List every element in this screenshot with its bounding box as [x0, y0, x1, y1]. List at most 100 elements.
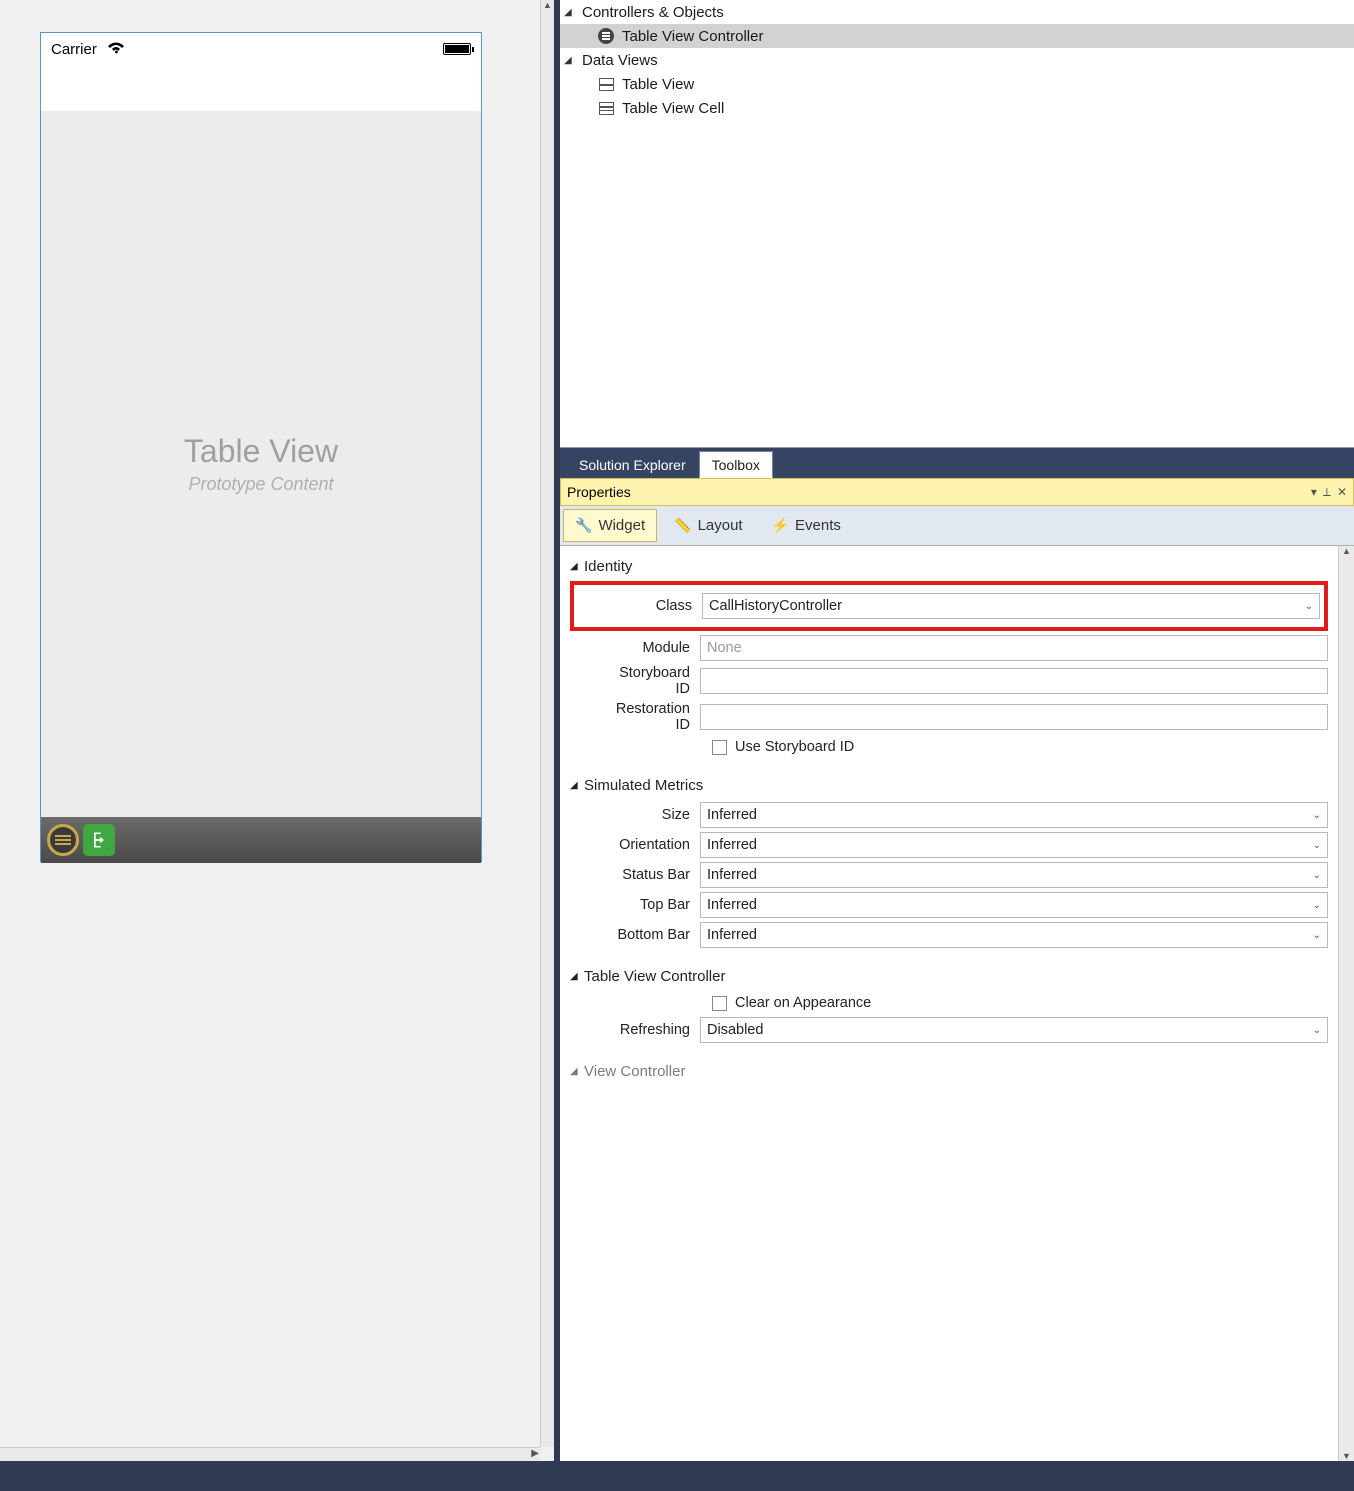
status-bar-combo[interactable]: Inferred⌄ [700, 862, 1328, 888]
chevron-down-icon: ⌄ [1313, 930, 1321, 941]
chevron-down-icon: ◢ [570, 1066, 584, 1077]
outline-label: Data Views [576, 52, 658, 69]
outline-label: Table View Cell [616, 100, 724, 117]
first-responder-icon[interactable] [83, 824, 115, 856]
combo-value: Inferred [707, 867, 757, 883]
chevron-down-icon: ⌄ [1313, 840, 1321, 851]
section-title: Table View Controller [584, 968, 725, 985]
outline-item-tablecell[interactable]: Table View Cell [560, 96, 1354, 120]
vertical-scrollbar[interactable] [540, 0, 554, 1447]
outline-group-data-views[interactable]: ◢ Data Views [560, 48, 1354, 72]
clear-on-appearance-label: Clear on Appearance [735, 995, 871, 1011]
properties-header: Properties ▾ ⟂ ✕ [560, 478, 1354, 506]
document-outline: ◢ Controllers & Objects Table View Contr… [560, 0, 1354, 448]
panel-tabs: Solution Explorer Toolbox [560, 448, 1354, 478]
pin-icon[interactable]: ⟂ [1323, 485, 1331, 500]
table-view-controller-icon [596, 27, 616, 45]
storyboard-id-input[interactable] [700, 668, 1328, 694]
right-pane: ◢ Controllers & Objects Table View Contr… [560, 0, 1354, 1461]
properties-scrollbar[interactable] [1338, 546, 1354, 1461]
designer-canvas-pane: Carrier Table View Prototype Content [0, 0, 554, 1461]
device-frame[interactable]: Carrier Table View Prototype Content [40, 32, 482, 862]
table-view-controller-icon[interactable] [47, 824, 79, 856]
section-simulated-metrics: ◢ Simulated Metrics Size Inferred⌄ Orien… [560, 765, 1338, 956]
chevron-down-icon: ◢ [570, 971, 584, 982]
wrench-icon: 🔧 [575, 517, 592, 534]
checkbox-icon[interactable] [712, 740, 727, 755]
wifi-icon [107, 41, 125, 58]
chevron-down-icon: ⌄ [1313, 810, 1321, 821]
top-bar-combo[interactable]: Inferred⌄ [700, 892, 1328, 918]
class-value: CallHistoryController [709, 598, 842, 614]
refreshing-combo[interactable]: Disabled ⌄ [700, 1017, 1328, 1043]
section-title: View Controller [584, 1063, 685, 1080]
outline-label: Table View Controller [616, 28, 763, 45]
section-title: Identity [584, 558, 632, 575]
restoration-id-input[interactable] [700, 704, 1328, 730]
refreshing-label: Refreshing [602, 1022, 700, 1038]
window-options-icon[interactable]: ▾ [1311, 485, 1317, 500]
carrier-text: Carrier [51, 41, 97, 58]
size-label: Size [602, 807, 700, 823]
sim-section-header[interactable]: ◢ Simulated Metrics [570, 773, 1328, 798]
chevron-down-icon: ◢ [570, 561, 584, 572]
ptab-layout[interactable]: 📏 Layout [660, 506, 757, 545]
table-view-title: Table View [184, 433, 338, 470]
ios-status-bar: Carrier [41, 33, 481, 65]
checkbox-icon[interactable] [712, 996, 727, 1011]
restoration-id-label: Restoration ID [602, 701, 700, 733]
module-label: Module [602, 640, 700, 656]
combo-value: Inferred [707, 837, 757, 853]
carrier-label: Carrier [51, 41, 125, 58]
status-bar-footer [0, 1461, 1354, 1491]
tab-toolbox[interactable]: Toolbox [699, 451, 773, 478]
table-view-placeholder[interactable]: Table View Prototype Content [41, 111, 481, 817]
outline-item-tableview[interactable]: Table View [560, 72, 1354, 96]
section-table-view-controller: ◢ Table View Controller Clear on Appeara… [560, 956, 1338, 1051]
vc-section-header[interactable]: ◢ View Controller [570, 1059, 1328, 1084]
ptab-events[interactable]: ⚡ Events [758, 506, 856, 545]
class-label: Class [604, 598, 702, 614]
chevron-down-icon: ⌄ [1313, 1025, 1321, 1036]
ptab-widget[interactable]: 🔧 Widget [563, 509, 657, 542]
battery-icon [443, 43, 471, 55]
close-icon[interactable]: ✕ [1337, 485, 1347, 500]
section-view-controller: ◢ View Controller [560, 1051, 1338, 1088]
ptab-label: Layout [698, 517, 743, 534]
bottom-bar-combo[interactable]: Inferred ⌄ [700, 922, 1328, 948]
class-row-highlight: Class CallHistoryController ⌄ [570, 581, 1328, 631]
chevron-down-icon: ⌄ [1313, 900, 1321, 911]
top-bar-label: Top Bar [602, 897, 700, 913]
outline-item-tvc[interactable]: Table View Controller [560, 24, 1354, 48]
combo-value: Disabled [707, 1022, 763, 1038]
use-storyboard-id-label: Use Storyboard ID [735, 739, 854, 755]
properties-title: Properties [567, 484, 631, 500]
combo-value: Inferred [707, 927, 757, 943]
tab-solution-explorer[interactable]: Solution Explorer [566, 451, 699, 478]
horizontal-scrollbar[interactable] [0, 1447, 540, 1461]
use-storyboard-id-row[interactable]: Use Storyboard ID [570, 739, 1328, 755]
ruler-icon: 📏 [674, 517, 691, 534]
outline-group-controllers[interactable]: ◢ Controllers & Objects [560, 0, 1354, 24]
nav-bar-area [41, 65, 481, 111]
chevron-down-icon: ◢ [564, 55, 576, 66]
table-view-icon [596, 75, 616, 93]
clear-on-appearance-row[interactable]: Clear on Appearance [570, 995, 1328, 1011]
tvc-section-header[interactable]: ◢ Table View Controller [570, 964, 1328, 989]
table-view-subtitle: Prototype Content [188, 474, 333, 495]
size-combo[interactable]: Inferred⌄ [700, 802, 1328, 828]
module-input[interactable] [700, 635, 1328, 661]
outline-label: Table View [616, 76, 694, 93]
property-tabs: 🔧 Widget 📏 Layout ⚡ Events [560, 506, 1354, 546]
scene-dock [41, 817, 481, 863]
root: Carrier Table View Prototype Content [0, 0, 1354, 1461]
table-view-cell-icon [596, 99, 616, 117]
orientation-combo[interactable]: Inferred ⌄ [700, 832, 1328, 858]
class-combo[interactable]: CallHistoryController ⌄ [702, 593, 1320, 619]
section-identity: ◢ Identity Class CallHistoryController ⌄ [560, 546, 1338, 765]
chevron-down-icon: ◢ [564, 7, 576, 18]
outline-label: Controllers & Objects [576, 4, 724, 21]
section-title: Simulated Metrics [584, 777, 703, 794]
properties-body: ◢ Identity Class CallHistoryController ⌄ [560, 546, 1354, 1461]
identity-section-header[interactable]: ◢ Identity [570, 554, 1328, 579]
